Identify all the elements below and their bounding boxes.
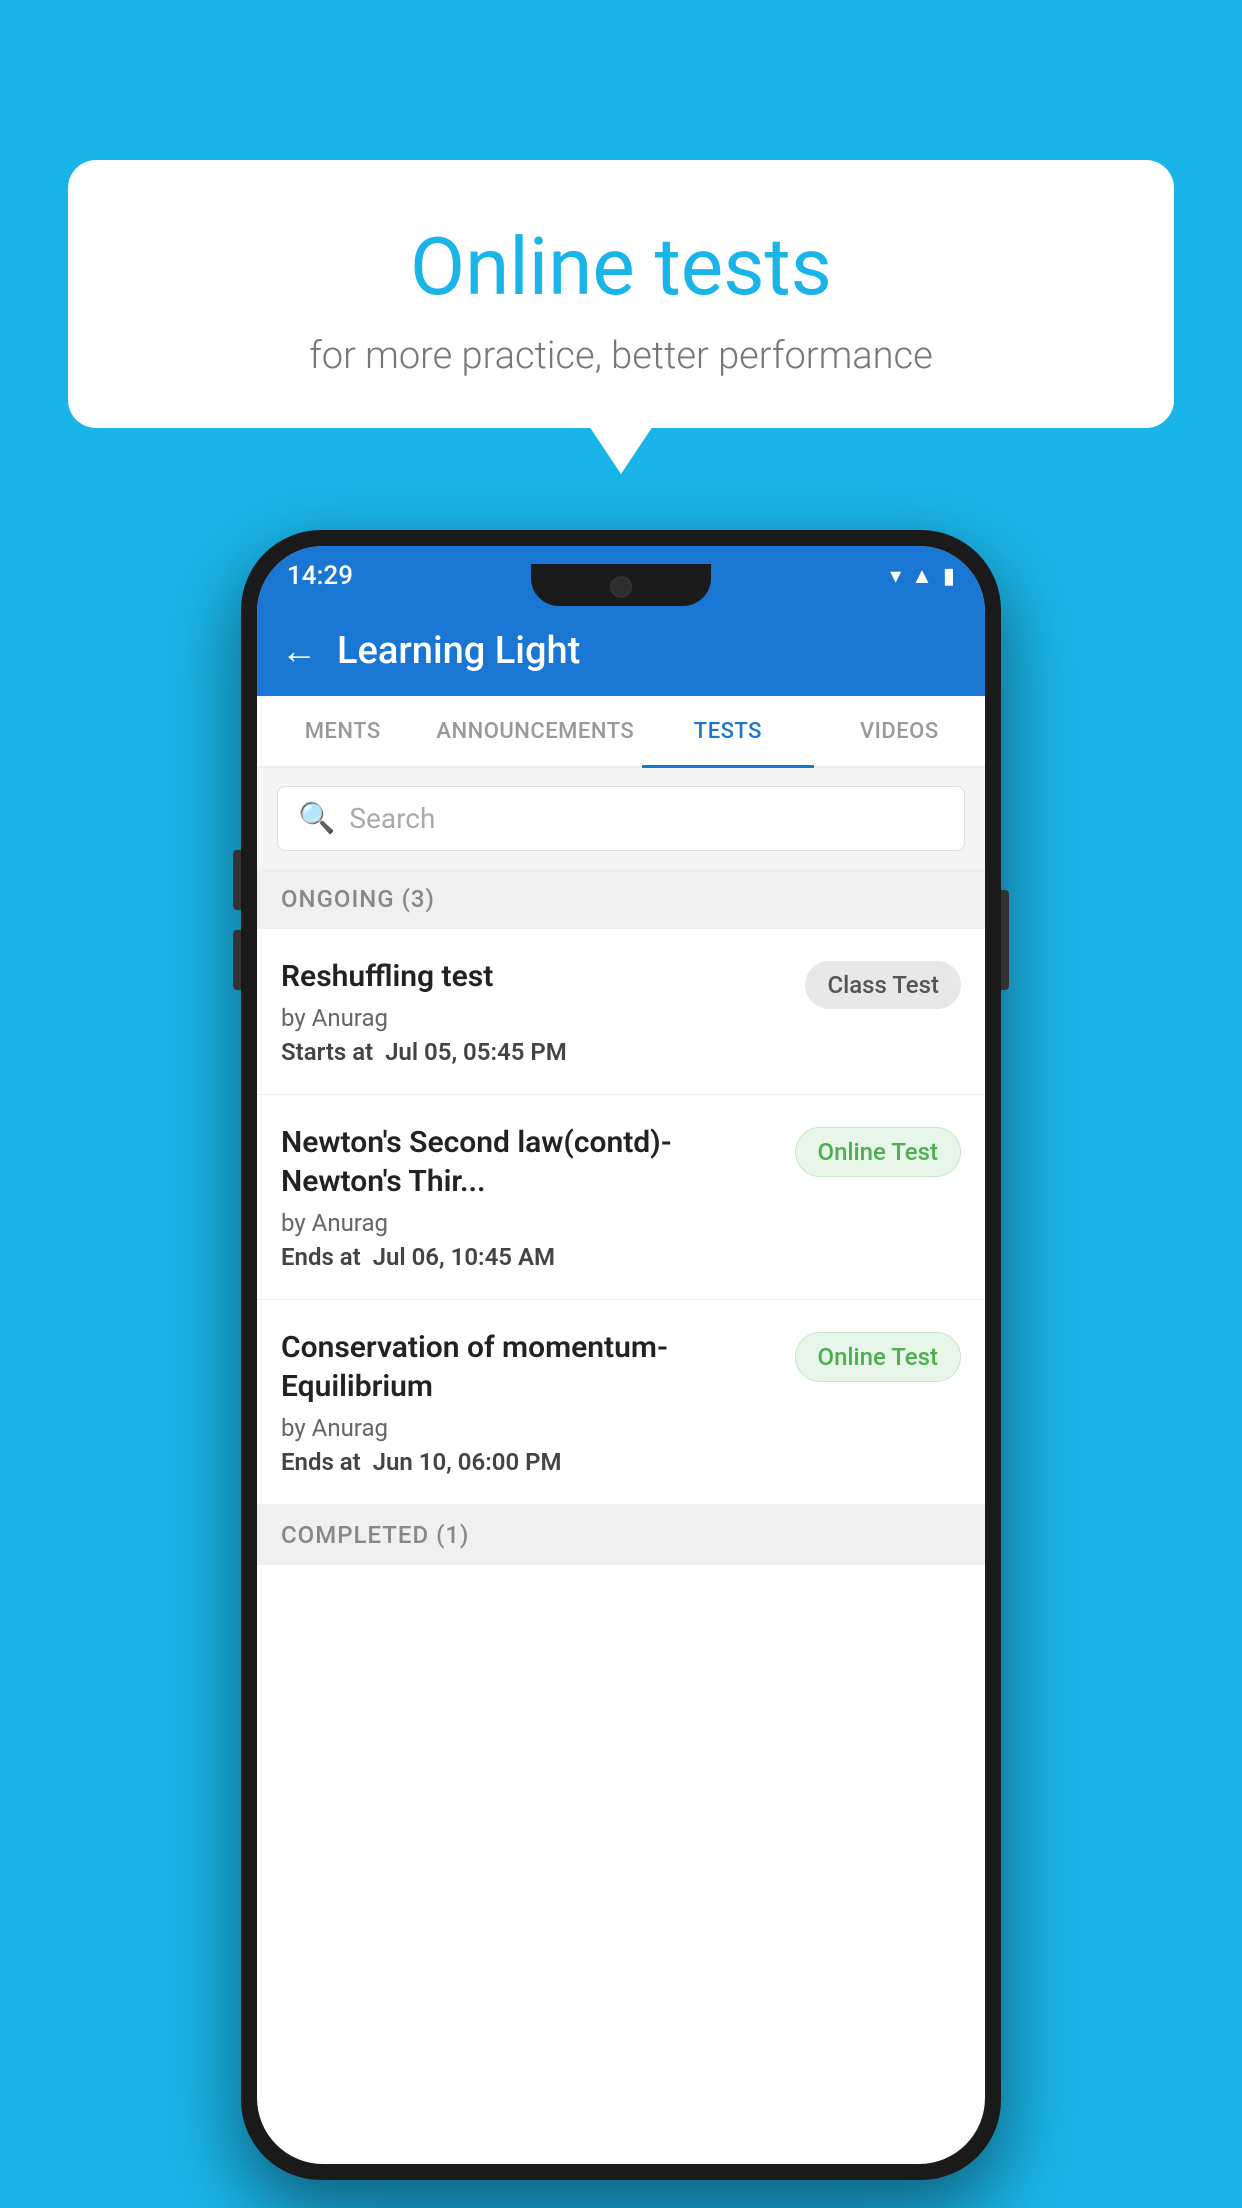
test-name-2: Newton's Second law(contd)-Newton's Thir… [281,1123,779,1201]
test-time-2: Ends at Jul 06, 10:45 AM [281,1243,779,1271]
test-badge-2: Online Test [795,1127,961,1177]
volume-up-button[interactable] [233,850,241,910]
app-title: Learning Light [337,629,580,673]
test-name-1: Reshuffling test [281,957,789,996]
wifi-icon: ▾ [890,564,901,589]
test-author-1: by Anurag [281,1004,789,1032]
tab-announcements[interactable]: ANNOUNCEMENTS [428,696,642,766]
phone-shell: 14:29 ▾ ▲ ▮ ← Learning Light MENTS ANNOU… [241,530,1001,2180]
tab-tests[interactable]: TESTS [642,696,813,766]
test-time-1: Starts at Jul 05, 05:45 PM [281,1038,789,1066]
ongoing-section-header: ONGOING (3) [257,869,985,929]
test-author-2: by Anurag [281,1209,779,1237]
completed-section-title: COMPLETED (1) [281,1521,469,1549]
test-badge-1: Class Test [805,961,961,1009]
front-camera [610,576,632,598]
test-name-3: Conservation of momentum-Equilibrium [281,1328,779,1406]
test-item-2[interactable]: Newton's Second law(contd)-Newton's Thir… [257,1095,985,1300]
ongoing-section-title: ONGOING (3) [281,885,435,913]
test-author-3: by Anurag [281,1414,779,1442]
back-button[interactable]: ← [281,630,317,672]
test-info-3: Conservation of momentum-Equilibrium by … [281,1328,779,1476]
volume-down-button[interactable] [233,930,241,990]
phone-notch [531,564,711,606]
test-badge-3: Online Test [795,1332,961,1382]
search-bar-container: 🔍 Search [257,768,985,869]
search-icon: 🔍 [298,801,335,836]
tabs-bar: MENTS ANNOUNCEMENTS TESTS VIDEOS [257,696,985,768]
phone-screen: 14:29 ▾ ▲ ▮ ← Learning Light MENTS ANNOU… [257,546,985,2164]
test-info-1: Reshuffling test by Anurag Starts at Jul… [281,957,789,1066]
tab-ments[interactable]: MENTS [257,696,428,766]
search-input[interactable]: Search [349,802,435,835]
bubble-title: Online tests [118,220,1124,314]
tab-videos[interactable]: VIDEOS [814,696,985,766]
test-item-3[interactable]: Conservation of momentum-Equilibrium by … [257,1300,985,1505]
test-info-2: Newton's Second law(contd)-Newton's Thir… [281,1123,779,1271]
power-button[interactable] [1001,890,1009,990]
phone-mockup: 14:29 ▾ ▲ ▮ ← Learning Light MENTS ANNOU… [241,530,1001,2180]
status-time: 14:29 [287,561,353,591]
speech-bubble: Online tests for more practice, better p… [68,160,1174,428]
test-item-1[interactable]: Reshuffling test by Anurag Starts at Jul… [257,929,985,1095]
signal-icon: ▲ [911,563,933,589]
status-icons: ▾ ▲ ▮ [890,563,955,589]
test-list: Reshuffling test by Anurag Starts at Jul… [257,929,985,1505]
battery-icon: ▮ [943,564,955,589]
test-time-3: Ends at Jun 10, 06:00 PM [281,1448,779,1476]
completed-section-header: COMPLETED (1) [257,1505,985,1565]
app-header: ← Learning Light [257,606,985,696]
bubble-subtitle: for more practice, better performance [118,334,1124,378]
search-input-wrap[interactable]: 🔍 Search [277,786,965,851]
